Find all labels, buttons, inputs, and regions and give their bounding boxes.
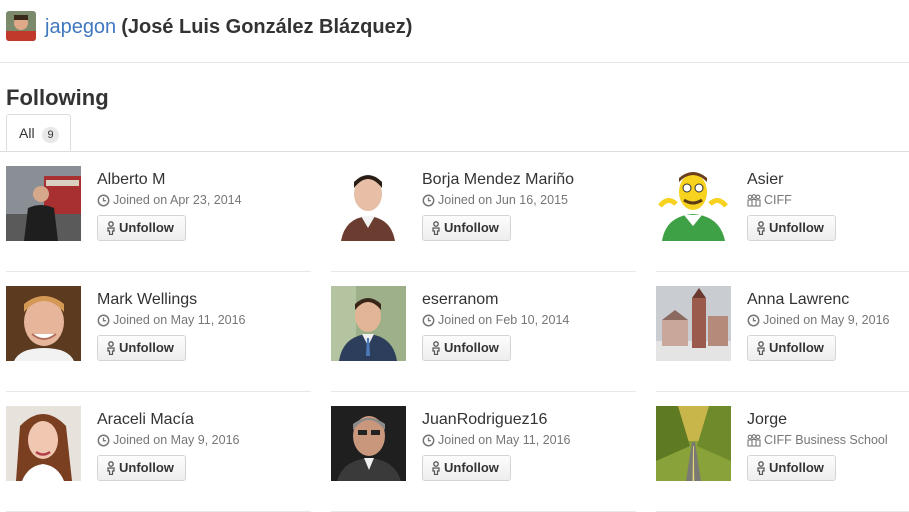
clock-icon (422, 434, 435, 447)
user-avatar[interactable] (6, 406, 81, 481)
person-icon (432, 461, 440, 475)
full-name: (José Luis González Blázquez) (121, 16, 413, 38)
user-name[interactable]: Araceli Macía (97, 410, 194, 430)
user-avatar[interactable] (6, 286, 81, 361)
unfollow-label: Unfollow (444, 340, 499, 355)
user-name[interactable]: Mark Wellings (97, 290, 197, 310)
tab-bar: All 9 (0, 114, 909, 152)
tab-all-label: All (19, 125, 35, 141)
person-icon (757, 341, 765, 355)
user-name[interactable]: JuanRodriguez16 (422, 410, 547, 430)
user-joined: Joined on May 11, 2016 (97, 312, 246, 328)
unfollow-button[interactable]: Unfollow (422, 335, 511, 361)
user-meta-text: CIFF Business School (764, 433, 888, 447)
unfollow-label: Unfollow (769, 220, 824, 235)
unfollow-button[interactable]: Unfollow (747, 335, 836, 361)
user-name[interactable]: Borja Mendez Mariño (422, 170, 574, 190)
unfollow-button[interactable]: Unfollow (97, 215, 186, 241)
user-name[interactable]: Jorge (747, 410, 787, 430)
organization-icon (747, 194, 761, 207)
user-meta-text: Joined on Feb 10, 2014 (438, 313, 570, 327)
user-name[interactable]: Asier (747, 170, 783, 190)
user-meta-text: Joined on May 9, 2016 (113, 433, 240, 447)
person-icon (107, 461, 115, 475)
user-joined: Joined on Feb 10, 2014 (422, 312, 569, 328)
user-avatar[interactable] (656, 406, 731, 481)
user-avatar[interactable] (6, 166, 81, 241)
person-icon (107, 341, 115, 355)
user-card: Alberto M Joined on Apr 23, 2014 Unfollo… (6, 166, 311, 272)
user-card: Mark Wellings Joined on May 11, 2016 Unf… (6, 286, 311, 392)
user-meta-text: Joined on May 11, 2016 (438, 433, 571, 447)
user-avatar[interactable] (331, 166, 406, 241)
user-card: Asier CIFF Unfollow (656, 166, 909, 272)
user-card: Borja Mendez Mariño Joined on Jun 16, 20… (331, 166, 636, 272)
clock-icon (747, 314, 760, 327)
unfollow-button[interactable]: Unfollow (422, 455, 511, 481)
user-meta-text: Joined on Jun 16, 2015 (438, 193, 568, 207)
unfollow-label: Unfollow (444, 220, 499, 235)
tab-all[interactable]: All 9 (6, 114, 71, 151)
unfollow-label: Unfollow (769, 340, 824, 355)
user-name[interactable]: eserranom (422, 290, 498, 310)
person-icon (107, 221, 115, 235)
avatar[interactable] (6, 11, 36, 41)
user-meta-text: Joined on May 9, 2016 (763, 313, 890, 327)
person-icon (432, 341, 440, 355)
user-card: Araceli Macía Joined on May 9, 2016 Unfo… (6, 406, 311, 512)
clock-icon (97, 194, 110, 207)
user-meta-text: CIFF (764, 193, 792, 207)
user-avatar[interactable] (331, 406, 406, 481)
unfollow-button[interactable]: Unfollow (97, 335, 186, 361)
clock-icon (97, 314, 110, 327)
user-joined: Joined on Jun 16, 2015 (422, 192, 568, 208)
clock-icon (422, 194, 435, 207)
unfollow-label: Unfollow (119, 340, 174, 355)
user-card: JuanRodriguez16 Joined on May 11, 2016 U… (331, 406, 636, 512)
user-card: Anna Lawrenc Joined on May 9, 2016 Unfol… (656, 286, 909, 392)
user-organization: CIFF Business School (747, 432, 888, 448)
user-joined: Joined on May 11, 2016 (422, 432, 571, 448)
user-meta-text: Joined on Apr 23, 2014 (113, 193, 242, 207)
user-joined: Joined on Apr 23, 2014 (97, 192, 242, 208)
unfollow-button[interactable]: Unfollow (747, 215, 836, 241)
unfollow-label: Unfollow (119, 220, 174, 235)
user-joined: Joined on May 9, 2016 (747, 312, 889, 328)
clock-icon (422, 314, 435, 327)
page-title: Following (6, 85, 109, 110)
unfollow-label: Unfollow (444, 460, 499, 475)
unfollow-button[interactable]: Unfollow (97, 455, 186, 481)
unfollow-button[interactable]: Unfollow (422, 215, 511, 241)
user-avatar[interactable] (656, 286, 731, 361)
user-name[interactable]: Alberto M (97, 170, 165, 190)
user-name[interactable]: Anna Lawrenc (747, 290, 849, 310)
profile-title: japegon (José Luis González Blázquez) (45, 15, 412, 39)
user-meta-text: Joined on May 11, 2016 (113, 313, 246, 327)
username-link[interactable]: japegon (45, 16, 116, 38)
unfollow-label: Unfollow (769, 460, 824, 475)
person-icon (432, 221, 440, 235)
person-icon (757, 221, 765, 235)
user-card: Jorge CIFF Business School Unfollow (656, 406, 909, 512)
unfollow-button[interactable]: Unfollow (747, 455, 836, 481)
user-avatar[interactable] (331, 286, 406, 361)
profile-header: japegon (José Luis González Blázquez) (0, 0, 909, 63)
tab-all-counter: 9 (42, 127, 59, 143)
user-avatar[interactable] (656, 166, 731, 241)
user-organization: CIFF (747, 192, 792, 208)
user-card: eserranom Joined on Feb 10, 2014 Unfollo… (331, 286, 636, 392)
organization-icon (747, 434, 761, 447)
unfollow-label: Unfollow (119, 460, 174, 475)
person-icon (757, 461, 765, 475)
clock-icon (97, 434, 110, 447)
user-joined: Joined on May 9, 2016 (97, 432, 239, 448)
